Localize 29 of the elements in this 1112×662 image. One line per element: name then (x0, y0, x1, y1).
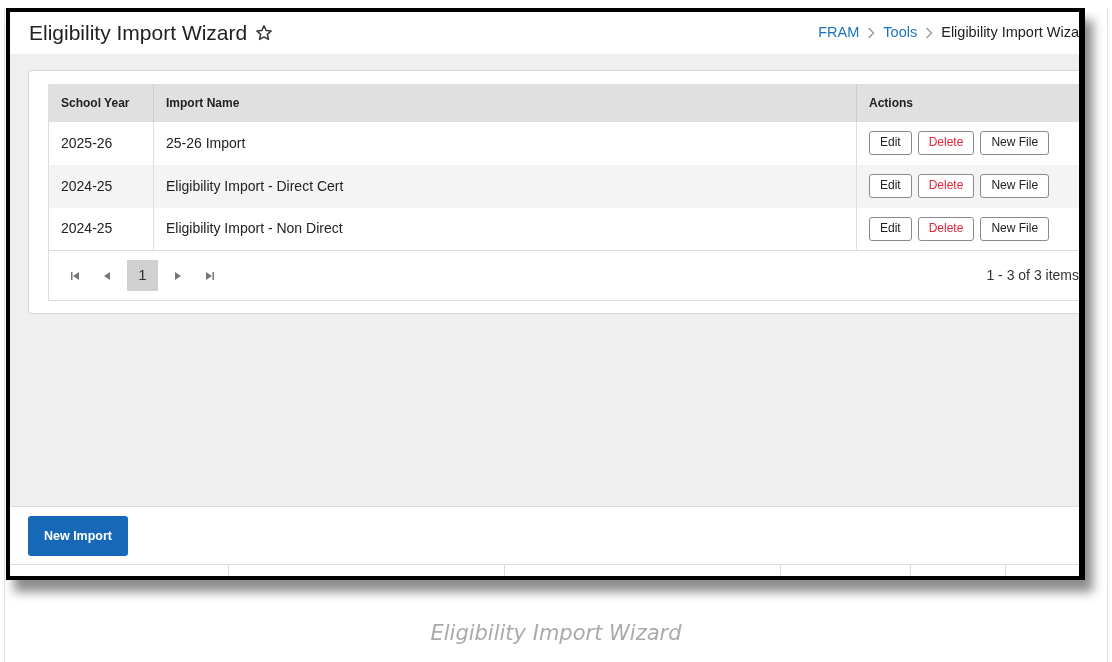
action-button[interactable]: Edit (869, 174, 912, 198)
chevron-icon (925, 27, 934, 39)
breadcrumb-current: Eligibility Import Wiza (941, 23, 1079, 43)
column-header: Actions (856, 84, 1079, 122)
action-button[interactable]: New File (980, 131, 1050, 155)
table-cell: Eligibility Import - Direct Cert (153, 164, 857, 208)
page-button[interactable]: 1 (127, 260, 158, 291)
column-header: School Year (48, 84, 154, 122)
delete-button[interactable]: Delete (917, 216, 975, 241)
delete-button[interactable]: Delete (917, 174, 975, 198)
star-icon[interactable] (255, 24, 274, 42)
table-cell: 2024-25 (48, 164, 154, 208)
action-button[interactable]: Edit (869, 216, 912, 241)
action-button[interactable]: New File (980, 216, 1050, 241)
table-cell: 25-26 Import (153, 121, 857, 165)
chevron-icon (867, 27, 876, 39)
table-cell: Eligibility Import - Non Direct (153, 207, 857, 251)
new-import-button[interactable]: New Import (28, 516, 128, 556)
breadcrumb-link[interactable]: FRAM (818, 22, 860, 44)
table-cell: 2025-26 (48, 121, 154, 165)
action-button[interactable]: New File (980, 174, 1050, 198)
action-button[interactable]: Edit (869, 131, 912, 155)
breadcrumb-link[interactable]: Tools (883, 22, 918, 44)
column-header: Import Name (153, 84, 857, 122)
delete-button[interactable]: Delete (917, 131, 975, 155)
caption: Eligibility Import Wizard (429, 620, 683, 647)
item-count: 1 - 3 of 3 items (986, 266, 1079, 285)
page-title: Eligibility Import Wizard (29, 20, 248, 47)
table-cell: 2024-25 (48, 207, 154, 251)
